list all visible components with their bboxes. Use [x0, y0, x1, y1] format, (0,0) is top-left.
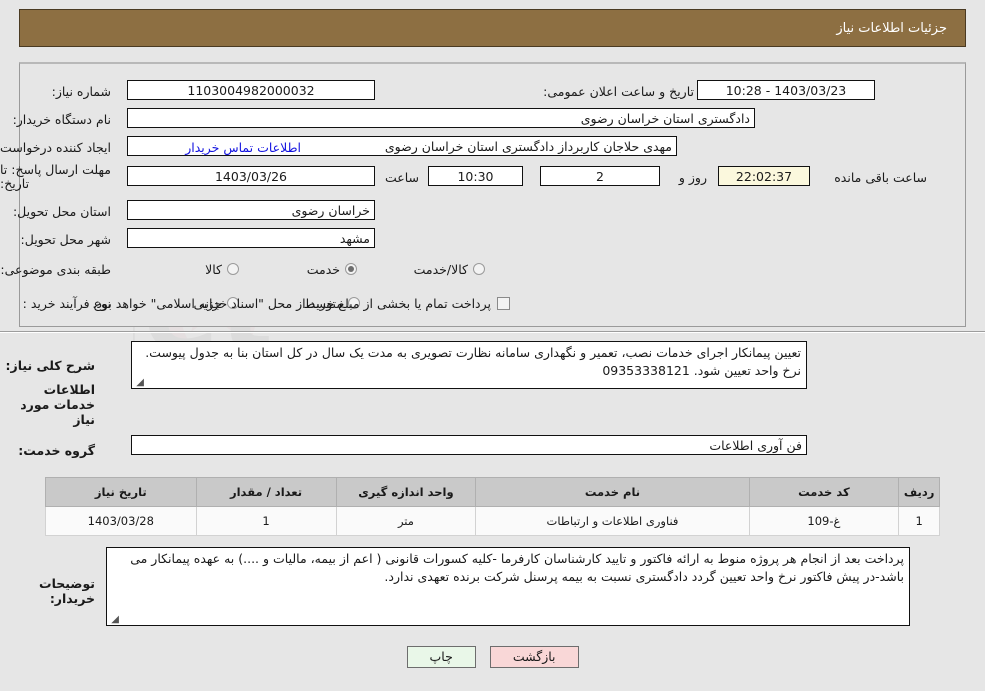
category-label: طبقه بندی موضوعی:	[0, 261, 111, 277]
deadline-time-value: 10:30	[428, 166, 523, 186]
resize-grip-icon[interactable]: ◢	[110, 615, 119, 625]
col-quantity: تعداد / مقدار	[195, 477, 337, 507]
buyer-org-label: نام دستگاه خریدار:	[12, 111, 111, 127]
radio-circle-icon[interactable]	[227, 263, 239, 275]
services-section-heading: اطلاعات خدمات مورد نیاز	[20, 381, 95, 427]
resize-grip-icon[interactable]: ◢	[135, 378, 144, 388]
col-need-date: تاریخ نیاز	[45, 477, 197, 507]
cell-radif: 1	[898, 506, 940, 536]
category-radio-kala[interactable]: کالا	[205, 262, 239, 277]
deadline-label: مهلت ارسال پاسخ: تا تاریخ:	[0, 162, 111, 191]
col-radif: ردیف	[898, 477, 940, 507]
service-group-label: گروه خدمت:	[18, 442, 95, 458]
days-remaining-value: 2	[540, 166, 660, 186]
delivery-city-label: شهر محل تحویل:	[20, 231, 111, 247]
delivery-province-value: خراسان رضوی	[127, 200, 375, 220]
services-table: ردیف کد خدمت نام خدمت واحد اندازه گیری ت…	[45, 477, 940, 536]
section-divider	[0, 331, 985, 333]
need-number-label: شماره نیاز:	[51, 83, 111, 99]
buyer-notes-value: پرداخت بعد از انجام هر پروژه منوط به ارا…	[130, 551, 904, 584]
print-button[interactable]: چاپ	[406, 646, 476, 668]
cell-need-date: 1403/03/28	[45, 506, 197, 536]
button-bar: بازگشت چاپ	[0, 646, 985, 668]
delivery-province-label: استان محل تحویل:	[12, 203, 111, 219]
table-header-row: ردیف کد خدمت نام خدمت واحد اندازه گیری ت…	[45, 477, 940, 507]
cell-quantity: 1	[195, 506, 337, 536]
window-title-bar: جزئیات اطلاعات نیاز	[19, 9, 966, 47]
category-option-label: کالا/خدمت	[413, 261, 468, 277]
announce-datetime-value: 1403/03/23 - 10:28	[697, 80, 875, 100]
page-title: جزئیات اطلاعات نیاز	[836, 20, 947, 36]
deadline-date-value: 1403/03/26	[127, 166, 375, 186]
countdown-label: ساعت باقی مانده	[834, 169, 927, 185]
cell-service-name: فناوری اطلاعات و ارتباطات	[475, 506, 750, 536]
need-number-value: 1103004982000032	[127, 80, 375, 100]
col-service-code: کد خدمت	[748, 477, 900, 507]
need-description-textarea[interactable]: تعیین پیمانکار اجرای خدمات نصب، تعمیر و …	[131, 341, 807, 389]
cell-service-code: غ-109	[748, 506, 900, 536]
buyer-notes-textarea[interactable]: پرداخت بعد از انجام هر پروژه منوط به ارا…	[106, 547, 910, 626]
category-option-label: کالا	[205, 261, 222, 277]
back-button[interactable]: بازگشت	[489, 646, 579, 668]
delivery-city-value: مشهد	[127, 228, 375, 248]
countdown-value: 22:02:37	[718, 166, 810, 186]
radio-circle-icon[interactable]	[345, 263, 357, 275]
treasury-bonds-checkbox[interactable]	[497, 296, 510, 310]
category-radio-khedmat[interactable]: خدمت	[307, 262, 357, 277]
buyer-org-value: دادگستری استان خراسان رضوی	[127, 108, 755, 128]
announce-datetime-label: تاریخ و ساعت اعلان عمومی:	[543, 83, 694, 99]
need-description-value: تعیین پیمانکار اجرای خدمات نصب، تعمیر و …	[145, 345, 801, 378]
col-unit: واحد اندازه گیری	[335, 477, 477, 507]
buyer-notes-label: توضیحات خریدار:	[39, 576, 95, 606]
treasury-bonds-note: پرداخت تمام یا بخشی از مبلغ خرید،از محل …	[92, 295, 491, 311]
need-description-label: شرح کلی نیاز:	[5, 357, 95, 373]
need-info-panel	[19, 62, 966, 327]
hour-label: ساعت	[384, 169, 419, 185]
service-group-value: فن آوری اطلاعات	[131, 435, 807, 455]
days-remaining-label: روز و	[678, 169, 707, 185]
page-root: ArtaTender.net جزئیات اطلاعات نیاز شماره…	[0, 0, 985, 691]
table-row: 1 غ-109 فناوری اطلاعات و ارتباطات متر 1 …	[45, 506, 940, 536]
request-creator-label: ایجاد کننده درخواست:	[0, 139, 111, 155]
col-service-name: نام خدمت	[475, 477, 750, 507]
category-radio-kala-khedmat[interactable]: کالا/خدمت	[414, 262, 485, 277]
category-option-label: خدمت	[306, 261, 340, 277]
buyer-contact-link[interactable]: اطلاعات تماس خریدار	[185, 140, 301, 155]
radio-circle-icon[interactable]	[473, 263, 485, 275]
cell-unit: متر	[335, 506, 477, 536]
